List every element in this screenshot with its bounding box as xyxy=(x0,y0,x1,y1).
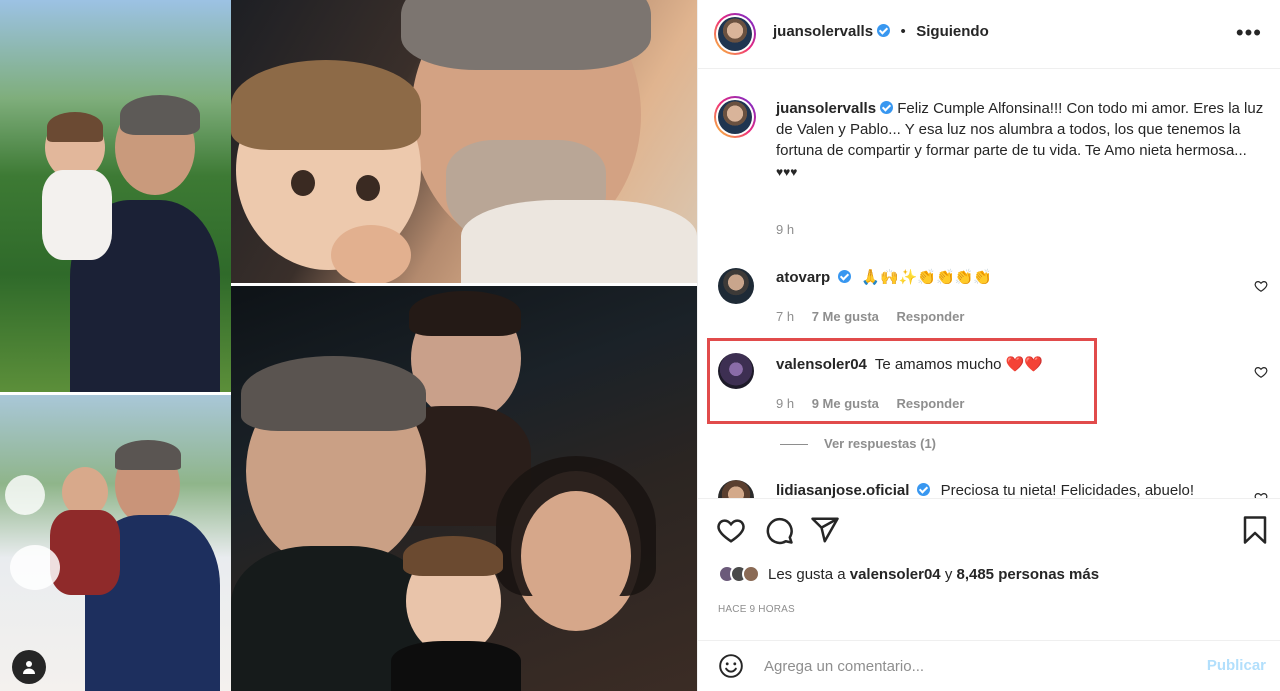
likes-joiner: y xyxy=(944,565,953,583)
photo-grandfather-holding-baby-foam-party xyxy=(0,395,231,691)
tagged-user-icon[interactable] xyxy=(12,650,46,684)
comment-item: lidiasanjose.oficial Preciosa tu nieta! … xyxy=(776,481,1194,498)
heart-icon[interactable] xyxy=(1254,491,1268,498)
likes-user[interactable]: valensoler04 xyxy=(850,566,941,583)
comment-meta: 7 h 7 Me gusta Responder xyxy=(776,309,964,324)
comment-avatar[interactable] xyxy=(718,480,754,498)
author-avatar[interactable] xyxy=(714,13,756,55)
post-media-collage[interactable] xyxy=(0,0,697,691)
caption-time[interactable]: 9 h xyxy=(776,222,794,237)
comment-username[interactable]: lidiasanjose.oficial xyxy=(776,482,909,498)
comment-item: valensoler04 Te amamos mucho ❤️❤️ xyxy=(776,355,1043,375)
photo-grandfather-selfie-baby-night xyxy=(231,0,697,283)
photo-family-group-night xyxy=(231,286,697,691)
comment-likes[interactable]: 9 Me gusta xyxy=(812,396,879,411)
comment-meta: 9 h 9 Me gusta Responder xyxy=(776,396,964,411)
separator-dot: • xyxy=(900,23,906,40)
comment-likes[interactable]: 7 Me gusta xyxy=(812,309,879,324)
caption-author-username[interactable]: juansolervalls xyxy=(776,100,876,117)
comment-avatar[interactable] xyxy=(718,353,754,389)
post-actions: Les gusta a valensoler04 y 8,485 persona… xyxy=(698,498,1280,648)
heart-icon[interactable] xyxy=(1254,365,1268,379)
emoji-icon[interactable] xyxy=(718,653,744,679)
user-silhouette-icon xyxy=(23,661,35,674)
post-side-panel: juansolervalls • Siguiendo ••• juansoler… xyxy=(697,0,1280,691)
post-timestamp[interactable]: HACE 9 HORAS xyxy=(718,604,795,615)
following-button[interactable]: Siguiendo xyxy=(916,23,989,40)
comments-list[interactable]: juansolervalls Feliz Cumple Alfonsina!!!… xyxy=(698,70,1280,498)
comment-highlight-box xyxy=(707,338,1097,424)
reply-button[interactable]: Responder xyxy=(897,396,965,411)
comment-text: Te amamos mucho ❤️❤️ xyxy=(874,356,1044,373)
comment-item: atovarp 🙏🙌✨👏👏👏👏 xyxy=(776,268,992,288)
caption-hearts: ♥♥♥ xyxy=(776,165,798,179)
comment-time[interactable]: 7 h xyxy=(776,309,794,324)
bookmark-icon[interactable] xyxy=(1240,515,1270,545)
caption-meta: 9 h xyxy=(776,222,794,237)
comment-text: Preciosa tu nieta! Felicidades, abuelo! xyxy=(940,482,1195,498)
comment-username[interactable]: valensoler04 xyxy=(776,356,867,373)
likes-prefix: Les gusta a xyxy=(768,565,846,583)
reply-button[interactable]: Responder xyxy=(897,309,965,324)
comment-input[interactable] xyxy=(764,655,1184,677)
more-options-icon[interactable]: ••• xyxy=(1236,22,1262,44)
caption-author-avatar[interactable] xyxy=(714,96,756,138)
likes-summary[interactable]: Les gusta a valensoler04 y 8,485 persona… xyxy=(718,565,1099,583)
publish-button[interactable]: Publicar xyxy=(1207,657,1266,674)
comment-avatar[interactable] xyxy=(718,268,754,304)
liker-avatar xyxy=(742,565,760,583)
likes-others[interactable]: 8,485 personas más xyxy=(956,566,1099,583)
verified-badge-icon xyxy=(838,270,852,283)
comment-text: 🙏🙌✨👏👏👏👏 xyxy=(861,269,993,286)
photo-grandfather-holding-baby-garden xyxy=(0,0,231,392)
author-username[interactable]: juansolervalls xyxy=(773,23,873,40)
like-heart-icon[interactable] xyxy=(716,515,746,545)
share-icon[interactable] xyxy=(810,515,840,545)
post-header: juansolervalls • Siguiendo ••• xyxy=(698,0,1280,69)
comment-icon[interactable] xyxy=(764,515,794,545)
verified-badge-icon xyxy=(880,101,894,114)
view-replies-button[interactable]: Ver respuestas (1) xyxy=(780,436,936,451)
comment-time[interactable]: 9 h xyxy=(776,396,794,411)
heart-icon[interactable] xyxy=(1254,279,1268,293)
comment-username[interactable]: atovarp xyxy=(776,269,830,286)
verified-badge-icon xyxy=(877,24,891,37)
add-comment-bar: Publicar xyxy=(698,640,1280,691)
verified-badge-icon xyxy=(917,483,931,496)
likes-text: Les gusta a valensoler04 y 8,485 persona… xyxy=(768,566,1099,583)
post-caption: juansolervalls Feliz Cumple Alfonsina!!!… xyxy=(776,98,1266,183)
